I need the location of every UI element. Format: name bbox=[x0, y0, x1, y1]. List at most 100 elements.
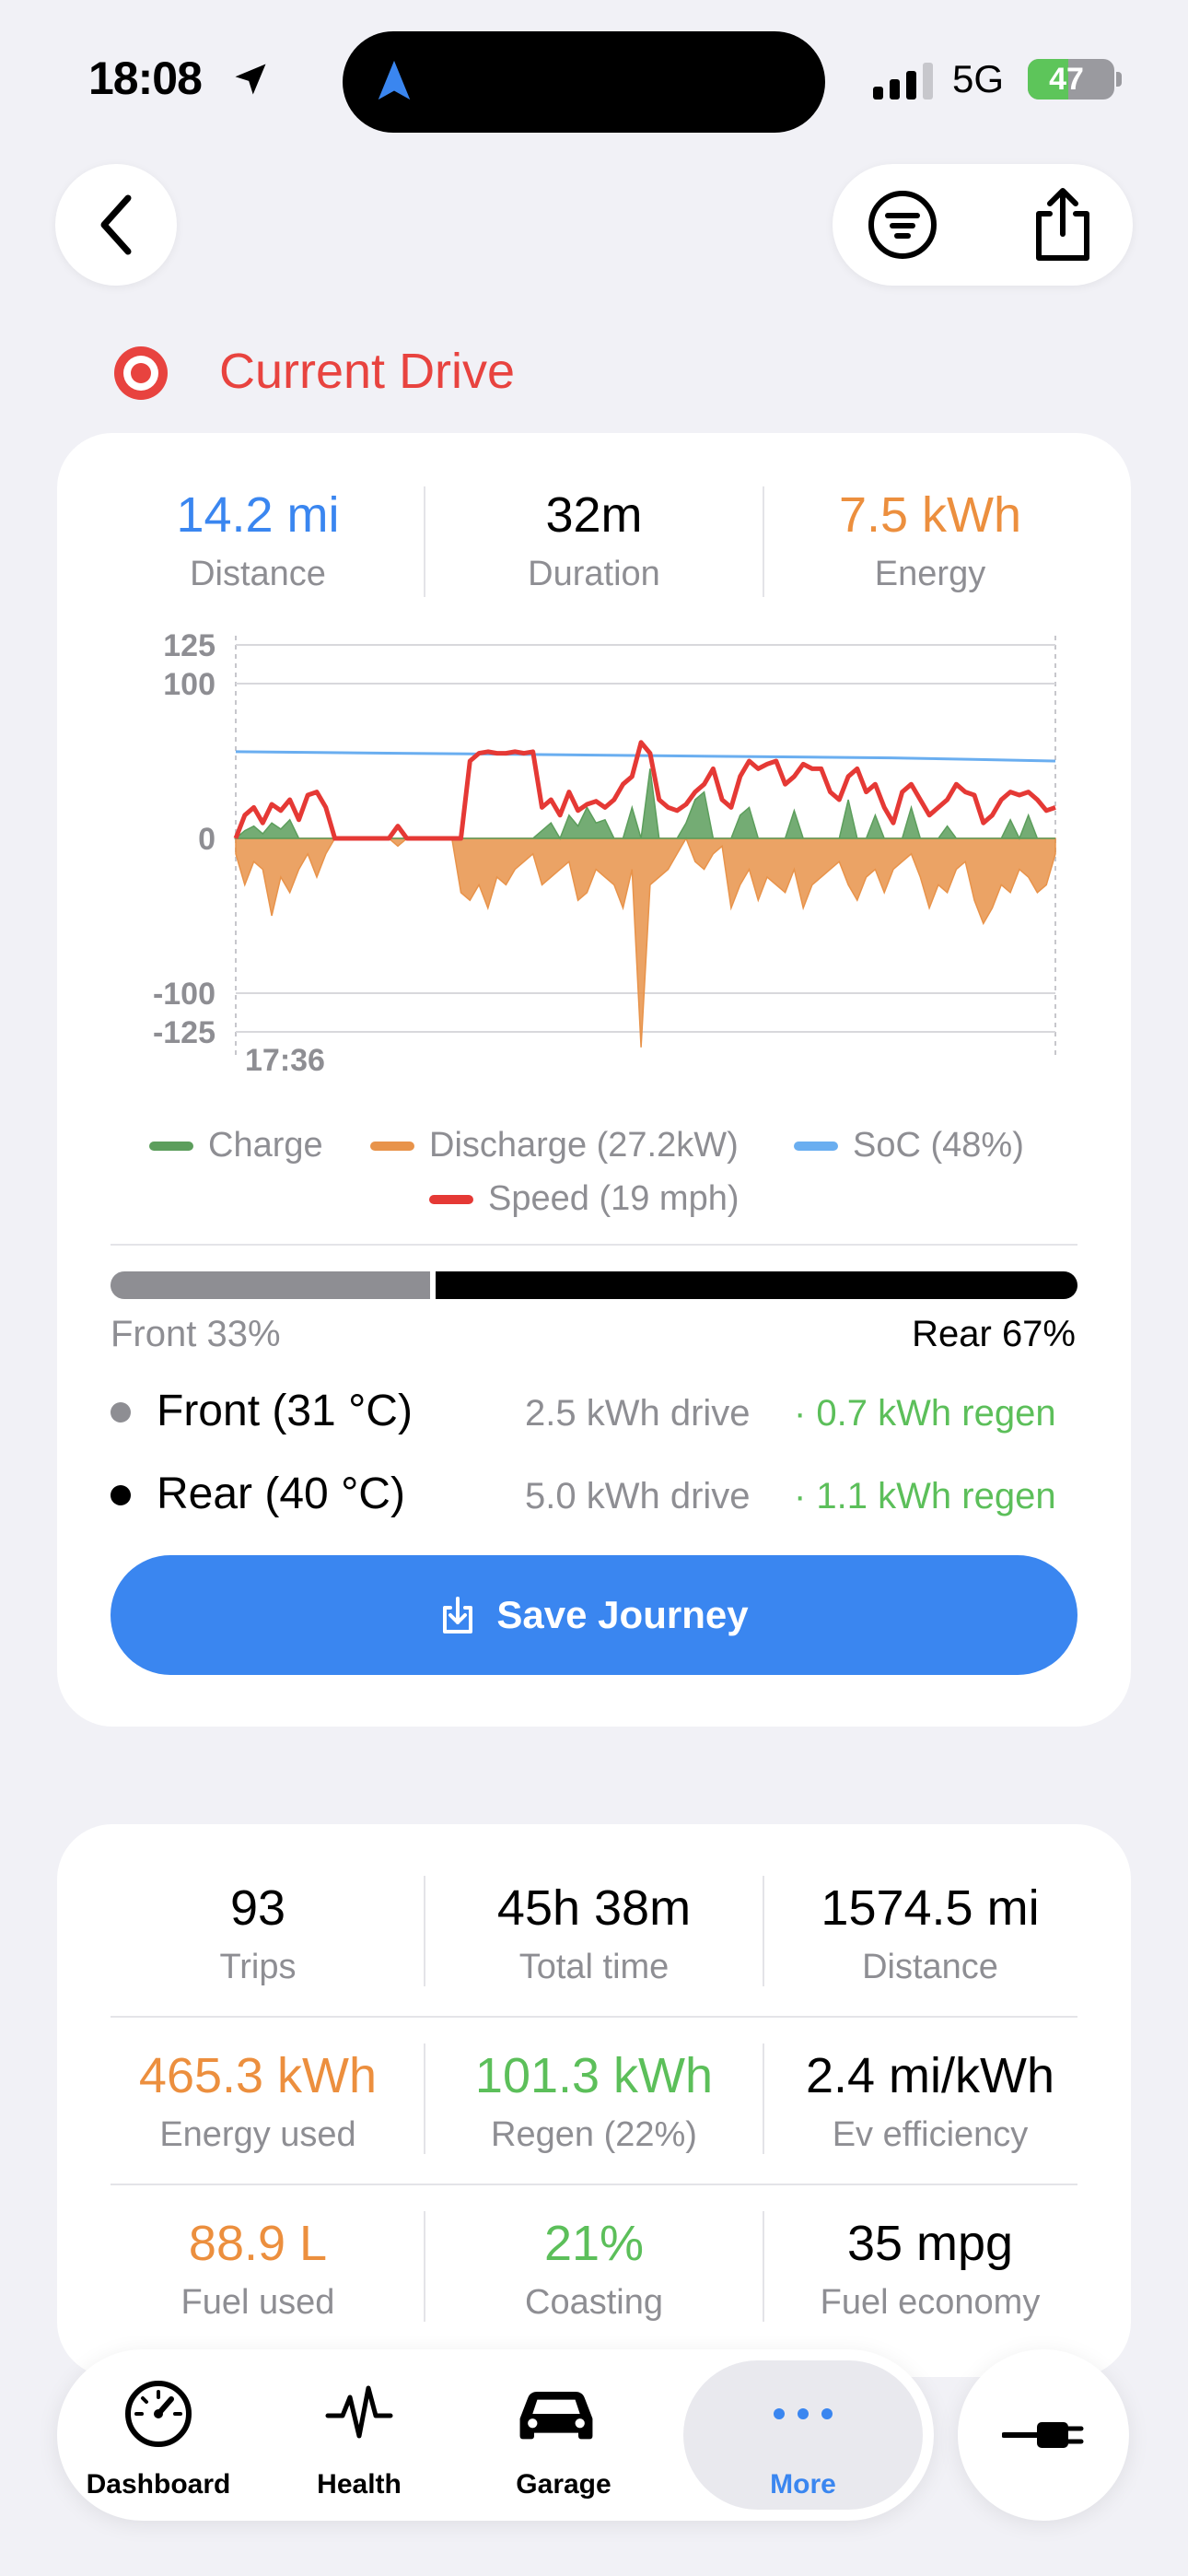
share-button[interactable] bbox=[1026, 188, 1100, 262]
motor-drive: 5.0 kWh drive bbox=[525, 1476, 751, 1516]
tab-more[interactable]: More bbox=[702, 2349, 904, 2521]
charge-area bbox=[233, 768, 1055, 840]
motor-name: Rear (40 °C) bbox=[157, 1469, 405, 1518]
divider bbox=[424, 1876, 425, 1986]
battery-level: 47 bbox=[1049, 62, 1084, 97]
tab-health[interactable]: Health bbox=[258, 2349, 460, 2521]
save-journey-button[interactable]: Save Journey bbox=[111, 1555, 1077, 1675]
location-arrow-icon bbox=[235, 64, 266, 95]
distance-value: 14.2 mi bbox=[176, 487, 340, 543]
battery-icon: 47 bbox=[1028, 59, 1114, 100]
y-tick-label: 100 bbox=[163, 667, 215, 702]
section-title: Current Drive bbox=[219, 344, 516, 399]
energy-used-stat: 465.3 kWh Energy used bbox=[111, 2047, 405, 2155]
energy-stat: 7.5 kWh Energy bbox=[783, 486, 1077, 594]
discharge-area bbox=[235, 837, 1056, 1048]
regen-stat: 101.3 kWh Regen (22%) bbox=[442, 2047, 746, 2155]
drive-chart: 125 100 0 -100-125 17:36 bbox=[153, 628, 1056, 1078]
tab-label: Health bbox=[317, 2469, 402, 2500]
navigation-arrow-icon bbox=[378, 60, 411, 100]
tab-dashboard[interactable]: Dashboard bbox=[57, 2349, 260, 2521]
regen-value: 101.3 kWh bbox=[474, 2048, 714, 2103]
legend-soc: SoC (48%) bbox=[794, 1126, 1024, 1165]
total-time-stat: 45h 38m Total time bbox=[442, 1879, 746, 1987]
total-distance-value: 1574.5 mi bbox=[821, 1880, 1040, 1936]
total-distance-label: Distance bbox=[862, 1948, 998, 1986]
filter-icon bbox=[868, 191, 937, 259]
tab-bar: Dashboard Health Garage More bbox=[57, 2349, 934, 2521]
motor-row-rear: Rear (40 °C) 5.0 kWh drive · 1.1 kWh reg… bbox=[111, 1469, 1077, 1524]
legend-speed: Speed (19 mph) bbox=[429, 1179, 740, 1219]
regen-label: Regen (22%) bbox=[491, 2115, 697, 2154]
divider bbox=[424, 2043, 425, 2154]
energy-used-label: Energy used bbox=[159, 2115, 356, 2154]
chevron-left-icon bbox=[100, 194, 132, 255]
battery-tip bbox=[1116, 72, 1122, 87]
legend-swatch bbox=[794, 1141, 838, 1151]
legend-discharge: Discharge (27.2kW) bbox=[370, 1126, 739, 1165]
divider bbox=[763, 2043, 764, 2154]
tab-garage[interactable]: Garage bbox=[462, 2349, 665, 2521]
motor-name: Front (31 °C) bbox=[157, 1387, 413, 1435]
speedometer-icon bbox=[122, 2377, 195, 2451]
header-actions bbox=[833, 164, 1133, 286]
more-icon bbox=[766, 2377, 840, 2451]
status-time: 18:08 bbox=[88, 53, 203, 104]
rear-split-label: Rear 67% bbox=[912, 1314, 1076, 1354]
trips-value: 93 bbox=[229, 1880, 286, 1936]
tab-label: Garage bbox=[516, 2469, 611, 2500]
y-tick-label: 125 bbox=[163, 628, 215, 663]
save-icon bbox=[443, 1597, 473, 1633]
cellular-signal-icon bbox=[873, 63, 933, 100]
trips-stat: 93 Trips bbox=[111, 1879, 405, 1987]
fuel-used-stat: 88.9 L Fuel used bbox=[111, 2215, 405, 2323]
divider bbox=[111, 2184, 1077, 2185]
legend-label: Charge bbox=[208, 1126, 323, 1165]
plug-icon bbox=[1002, 2422, 1084, 2448]
back-button[interactable] bbox=[55, 164, 177, 286]
motor-row-front: Front (31 °C) 2.5 kWh drive · 0.7 kWh re… bbox=[111, 1386, 1077, 1441]
total-time-value: 45h 38m bbox=[496, 1880, 692, 1936]
fuel-used-label: Fuel used bbox=[181, 2283, 335, 2322]
duration-label: Duration bbox=[528, 555, 660, 593]
connector-button[interactable] bbox=[958, 2349, 1129, 2521]
total-time-label: Total time bbox=[518, 1948, 670, 1986]
legend-label: Speed (19 mph) bbox=[488, 1179, 740, 1218]
car-icon bbox=[519, 2377, 600, 2451]
divider bbox=[763, 2211, 764, 2322]
save-journey-label: Save Journey bbox=[496, 1593, 749, 1636]
legend-swatch bbox=[149, 1141, 193, 1151]
filter-button[interactable] bbox=[866, 188, 939, 262]
energy-used-value: 465.3 kWh bbox=[138, 2048, 378, 2103]
distance-label: Distance bbox=[190, 555, 326, 593]
coasting-stat: 21% Coasting bbox=[442, 2215, 746, 2323]
motor-dot bbox=[111, 1485, 131, 1505]
pulse-icon bbox=[322, 2377, 396, 2451]
rear-split-bar bbox=[436, 1271, 1077, 1299]
soc-line bbox=[235, 750, 1056, 763]
divider bbox=[111, 2016, 1077, 2018]
divider bbox=[424, 486, 425, 597]
recording-icon bbox=[114, 346, 168, 400]
trips-label: Trips bbox=[219, 1948, 297, 1986]
tab-label: Dashboard bbox=[86, 2469, 231, 2500]
motor-regen: · 1.1 kWh regen bbox=[794, 1476, 1056, 1516]
motor-regen: · 0.7 kWh regen bbox=[794, 1393, 1056, 1434]
motor-drive: 2.5 kWh drive bbox=[525, 1393, 751, 1434]
y-tick-label: 0 bbox=[198, 822, 215, 857]
fuel-economy-label: Fuel economy bbox=[820, 2283, 1041, 2322]
total-distance-stat: 1574.5 mi Distance bbox=[783, 1879, 1077, 1987]
divider bbox=[424, 2211, 425, 2322]
share-icon bbox=[1036, 188, 1089, 261]
divider bbox=[111, 1244, 1077, 1246]
front-split-bar bbox=[111, 1271, 430, 1299]
energy-value: 7.5 kWh bbox=[838, 487, 1022, 543]
coasting-value: 21% bbox=[543, 2216, 645, 2271]
motor-dot bbox=[111, 1402, 131, 1423]
distance-stat: 14.2 mi Distance bbox=[111, 486, 405, 594]
fuel-economy-value: 35 mpg bbox=[846, 2216, 1014, 2271]
efficiency-label: Ev efficiency bbox=[832, 2115, 1029, 2154]
front-split-label: Front 33% bbox=[111, 1314, 281, 1354]
y-tick-label: -125 bbox=[153, 1015, 215, 1050]
legend-swatch bbox=[370, 1141, 414, 1151]
